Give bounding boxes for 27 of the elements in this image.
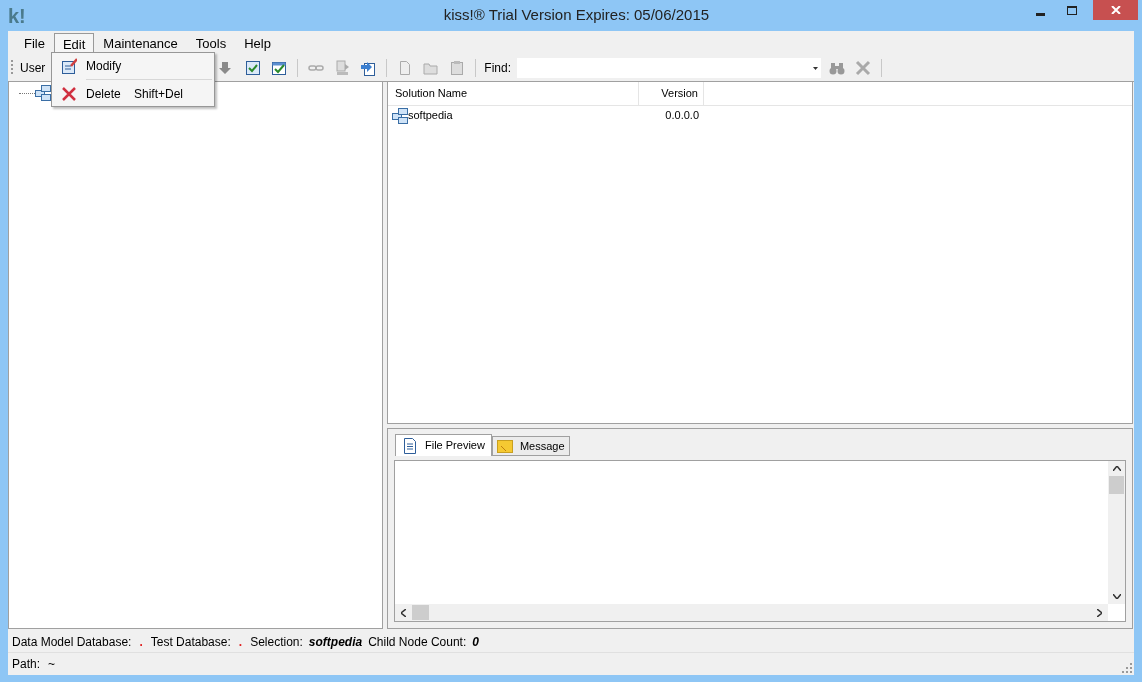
menu-item[interactable]: Delete Shift+Del — [52, 82, 214, 105]
menu-item[interactable]: Maintenance — [94, 33, 187, 55]
status-label: Child Node Count: — [368, 633, 467, 651]
menu-item[interactable]: File — [15, 33, 54, 55]
menu-item[interactable]: Tools — [186, 33, 236, 55]
status-label: Data Model Database: — [12, 633, 132, 651]
tab[interactable]: File Preview — [395, 434, 492, 456]
toolbar-label: User — [20, 60, 46, 77]
menu-item[interactable]: Help — [235, 33, 280, 55]
column-header[interactable]: Version — [639, 82, 704, 105]
menu-item[interactable]: Modify — [52, 54, 214, 77]
menu-item[interactable]: Edit — [53, 33, 95, 55]
status-value: . — [237, 633, 244, 651]
column-header[interactable]: Solution Name — [388, 82, 639, 105]
path-label: Path: — [12, 656, 41, 673]
status-value: . — [138, 633, 144, 651]
status-label: Selection: — [250, 633, 303, 651]
find-label: Find: — [484, 60, 512, 77]
tab[interactable]: Message — [491, 436, 570, 456]
status-value: softpedia — [308, 633, 363, 651]
table-cell-text: softpedia — [408, 108, 453, 124]
status-value: 0 — [472, 633, 479, 651]
path-value: ~ — [48, 656, 56, 673]
status-label: Test Database: — [150, 633, 231, 651]
window-title: kiss!® Trial Version Expires: 05/06/2015 — [442, 5, 711, 26]
app-logo: k! — [8, 5, 26, 26]
table-cell-text: 0.0.0.0 — [664, 108, 700, 124]
